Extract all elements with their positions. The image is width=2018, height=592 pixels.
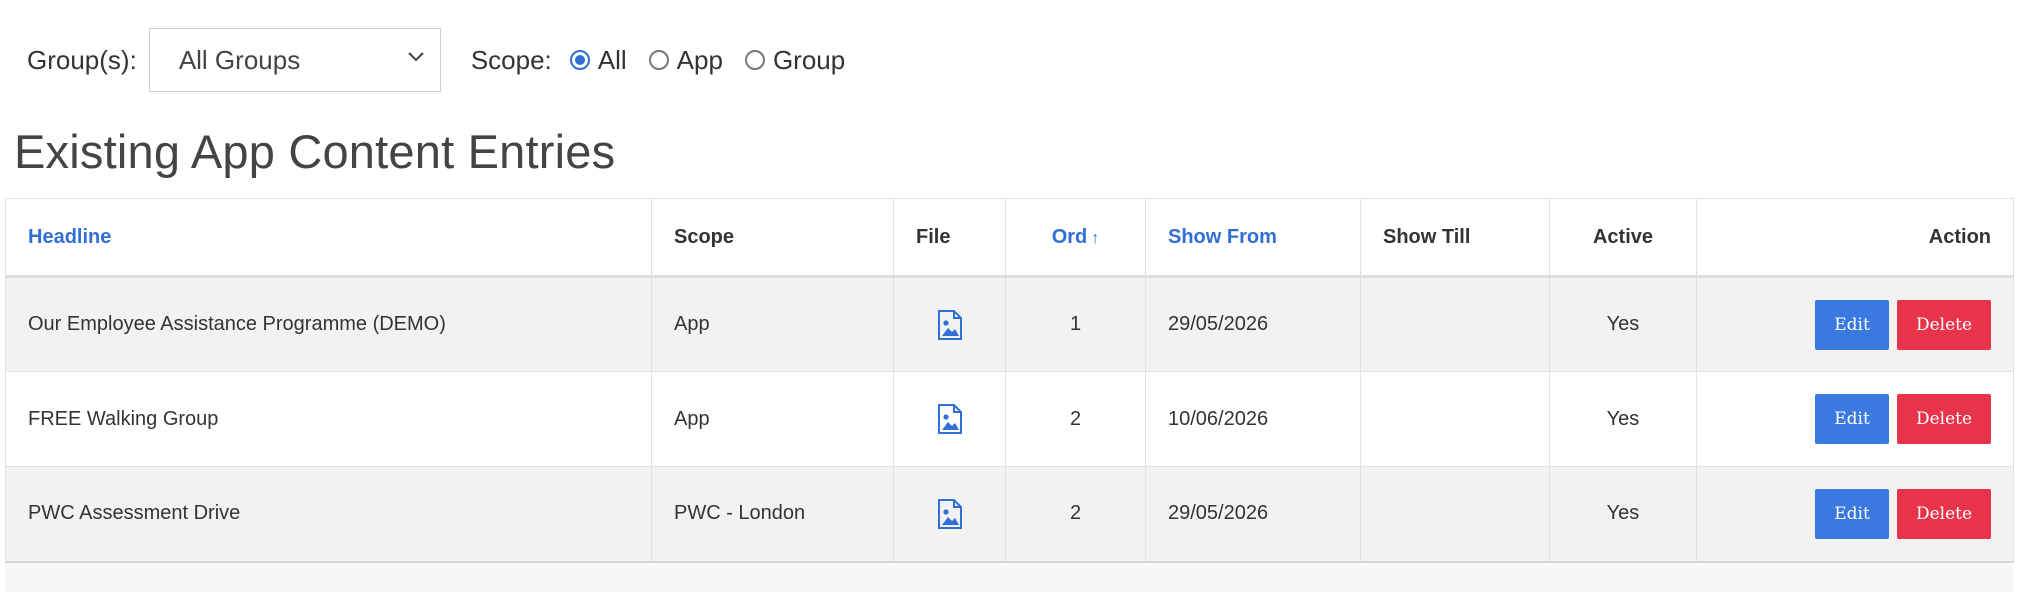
cell-action: Edit Delete <box>1696 466 2014 563</box>
cell-scope: PWC - London <box>651 466 894 563</box>
scope-filter-label: Scope: <box>470 44 552 75</box>
group-select-value: All Groups <box>178 44 301 75</box>
table-row: FREE Walking Group App 2 10/06/2026 Yes <box>5 371 2014 467</box>
cell-action: Edit Delete <box>1696 276 2014 372</box>
table-row: PWC Assessment Drive PWC - London 2 29/0… <box>5 466 2014 563</box>
cell-ord: 1 <box>1005 276 1146 372</box>
cell-show-from: 10/06/2026 <box>1145 371 1361 467</box>
cell-active: Yes <box>1549 466 1697 563</box>
cell-file <box>893 466 1006 563</box>
cell-show-from: 29/05/2026 <box>1145 276 1361 372</box>
cell-scope: App <box>651 276 894 372</box>
cell-show-till <box>1360 466 1550 563</box>
cell-scope: App <box>651 371 894 467</box>
radio-button[interactable] <box>648 50 669 70</box>
cell-headline: PWC Assessment Drive <box>5 466 652 563</box>
table-header-row: Headline Scope File Ord ↑ Show From Show … <box>5 198 2014 278</box>
scope-radio-label: App <box>676 44 723 75</box>
cell-active: Yes <box>1549 371 1697 467</box>
scope-radio-label: Group <box>772 44 846 75</box>
radio-button[interactable] <box>744 50 765 70</box>
edit-button[interactable]: Edit <box>1815 488 1889 539</box>
radio-button[interactable] <box>569 50 590 70</box>
entries-table: Headline Scope File Ord ↑ Show From Show … <box>5 198 2014 563</box>
cell-show-till <box>1360 371 1550 467</box>
scope-radio-app[interactable]: App <box>648 44 723 76</box>
cell-active: Yes <box>1549 276 1697 372</box>
cell-ord: 2 <box>1005 371 1146 467</box>
delete-button[interactable]: Delete <box>1897 488 1991 539</box>
table-row: Our Employee Assistance Programme (DEMO)… <box>5 276 2014 372</box>
entries-table-container: Headline Scope File Ord ↑ Show From Show … <box>5 198 2014 592</box>
column-header-action: Action <box>1696 198 2014 278</box>
cell-action: Edit Delete <box>1696 371 2014 467</box>
sort-arrow-up-icon: ↑ <box>1091 229 1100 247</box>
cell-show-till <box>1360 276 1550 372</box>
edit-button[interactable]: Edit <box>1815 299 1889 350</box>
cell-show-from: 29/05/2026 <box>1145 466 1361 563</box>
column-header-active: Active <box>1549 198 1697 278</box>
delete-button[interactable]: Delete <box>1897 394 1991 444</box>
column-header-ord[interactable]: Ord ↑ <box>1005 198 1146 278</box>
column-header-file: File <box>893 198 1006 278</box>
page-title: Existing App Content Entries <box>14 125 616 178</box>
cell-ord: 2 <box>1005 466 1146 563</box>
image-file-icon[interactable] <box>937 498 963 529</box>
group-select[interactable]: All Groups <box>148 28 441 92</box>
cell-headline: Our Employee Assistance Programme (DEMO) <box>5 276 652 372</box>
column-header-scope: Scope <box>651 198 894 278</box>
delete-button[interactable]: Delete <box>1897 299 1991 350</box>
scope-radio-group[interactable]: Group <box>744 44 846 76</box>
edit-button[interactable]: Edit <box>1815 394 1889 444</box>
chevron-down-icon <box>408 52 424 62</box>
cell-file <box>893 371 1006 467</box>
cell-headline: FREE Walking Group <box>5 371 652 467</box>
scope-radio-all[interactable]: All <box>569 44 627 76</box>
group-filter-label: Group(s): <box>27 44 137 75</box>
image-file-icon[interactable] <box>937 309 963 340</box>
column-header-show-till: Show Till <box>1360 198 1550 278</box>
column-header-show-from[interactable]: Show From <box>1145 198 1361 278</box>
column-header-headline[interactable]: Headline <box>5 198 652 278</box>
page: Group(s): All Groups Scope: All App Grou… <box>0 0 2018 592</box>
cell-file <box>893 276 1006 372</box>
scope-radio-label: All <box>597 44 627 75</box>
image-file-icon[interactable] <box>937 404 963 434</box>
filter-bar: Group(s): All Groups Scope: All App Grou… <box>27 27 867 93</box>
